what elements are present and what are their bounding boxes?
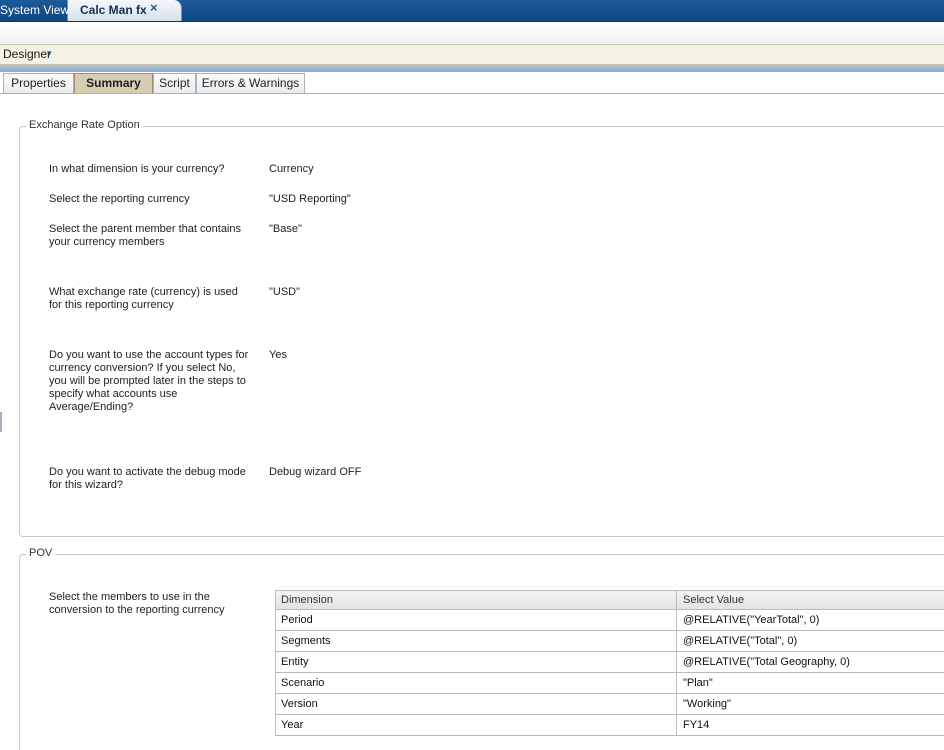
- question-parent-member: Select the parent member that contains y…: [49, 223, 241, 248]
- answer-exchange-rate: "USD": [269, 286, 301, 298]
- question-debug-mode: Do you want to activate the debug mode f…: [49, 466, 246, 491]
- close-icon[interactable]: ×: [150, 0, 158, 18]
- tab-summary[interactable]: Summary: [74, 73, 153, 93]
- designer-bar: Designer ▾: [0, 44, 944, 65]
- table-row[interactable]: Period @RELATIVE("YearTotal", 0): [276, 610, 944, 631]
- document-tab-strip: System View Calc Man fx ×: [0, 0, 944, 22]
- separator-strip: [0, 65, 944, 72]
- answer-currency-dimension: Currency: [269, 163, 314, 175]
- answer-parent-member: "Base": [269, 223, 302, 235]
- value-cell[interactable]: @RELATIVE("YearTotal", 0): [677, 610, 944, 630]
- value-cell[interactable]: "Working": [677, 694, 944, 714]
- table-row[interactable]: Segments @RELATIVE("Total", 0): [276, 631, 944, 652]
- table-row[interactable]: Version "Working": [276, 694, 944, 715]
- value-cell[interactable]: FY14: [677, 715, 944, 735]
- table-row[interactable]: Scenario "Plan": [276, 673, 944, 694]
- tab-system-view[interactable]: System View: [0, 0, 70, 21]
- question-reporting-currency: Select the reporting currency: [49, 193, 190, 205]
- dimension-cell: Version: [276, 694, 677, 714]
- tab-properties[interactable]: Properties: [3, 73, 74, 93]
- designer-menu[interactable]: Designer: [3, 47, 51, 61]
- table-header: Dimension Select Value: [276, 591, 944, 610]
- tab-system-view-label: System View: [0, 3, 70, 17]
- tab-calc-man-fx-label: Calc Man fx: [80, 3, 147, 17]
- dimension-cell: Scenario: [276, 673, 677, 693]
- tab-bar-divider: [0, 93, 944, 94]
- tab-calc-man-fx[interactable]: Calc Man fx ×: [68, 0, 182, 21]
- column-header-dimension[interactable]: Dimension: [276, 591, 677, 609]
- dimension-cell: Entity: [276, 652, 677, 672]
- tab-errors-warnings[interactable]: Errors & Warnings: [196, 73, 305, 93]
- panel-edge: [0, 412, 2, 432]
- answer-account-types: Yes: [269, 349, 287, 361]
- question-exchange-rate: What exchange rate (currency) is used fo…: [49, 286, 238, 311]
- tab-script[interactable]: Script: [153, 73, 196, 93]
- toolbar-area: [0, 22, 944, 44]
- value-cell[interactable]: "Plan": [677, 673, 944, 693]
- pov-prompt: Select the members to use in the convers…: [49, 591, 225, 616]
- chevron-down-icon[interactable]: ▾: [47, 48, 52, 59]
- dimension-cell: Year: [276, 715, 677, 735]
- column-header-select-value[interactable]: Select Value: [677, 591, 944, 609]
- group-title: Exchange Rate Option: [26, 119, 143, 131]
- group-title: POV: [26, 547, 56, 559]
- answer-reporting-currency: "USD Reporting": [269, 193, 351, 205]
- value-cell[interactable]: @RELATIVE("Total", 0): [677, 631, 944, 651]
- answer-debug-mode: Debug wizard OFF: [269, 466, 362, 478]
- dimension-cell: Period: [276, 610, 677, 630]
- question-currency-dimension: In what dimension is your currency?: [49, 163, 225, 175]
- value-cell[interactable]: @RELATIVE("Total Geography, 0): [677, 652, 944, 672]
- pov-table: Dimension Select Value Period @RELATIVE(…: [275, 590, 944, 736]
- question-account-types: Do you want to use the account types for…: [49, 349, 249, 413]
- table-row[interactable]: Year FY14: [276, 715, 944, 736]
- table-row[interactable]: Entity @RELATIVE("Total Geography, 0): [276, 652, 944, 673]
- dimension-cell: Segments: [276, 631, 677, 651]
